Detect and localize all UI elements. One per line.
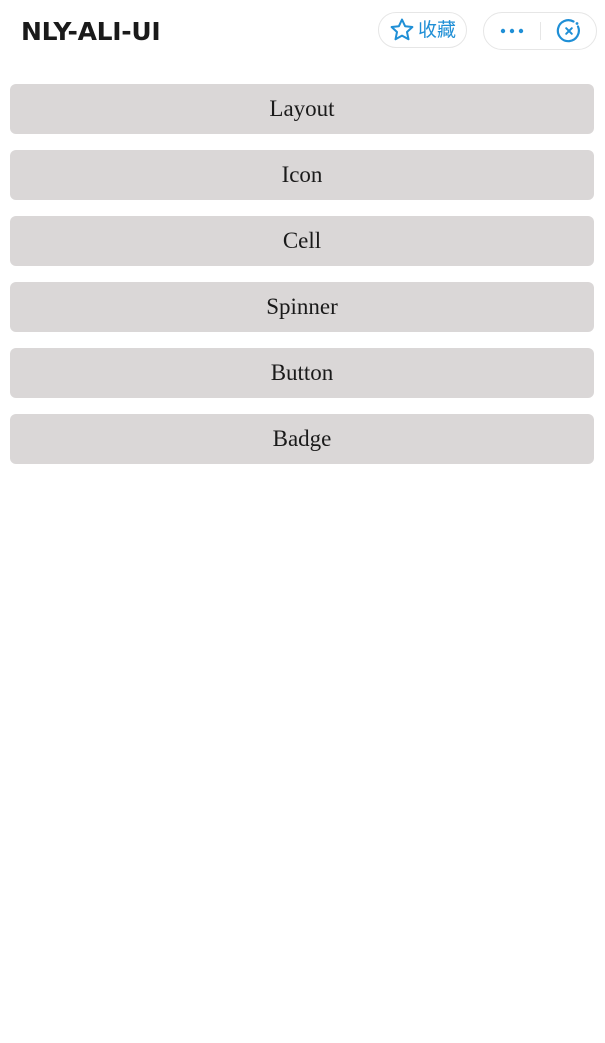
navigation-bar: NLY-ALI-UI 收藏 <box>0 0 605 64</box>
more-dots-icon <box>500 28 524 34</box>
more-button[interactable] <box>484 13 540 49</box>
badge-button[interactable]: Badge <box>10 414 594 464</box>
page-title: NLY-ALI-UI <box>21 17 161 46</box>
cell-button[interactable]: Cell <box>10 216 594 266</box>
component-menu-list: Layout Icon Cell Spinner Button Badge <box>10 84 594 480</box>
star-outline-icon <box>390 18 414 41</box>
app-page: NLY-ALI-UI 收藏 Layout Icon Cell Spinner B… <box>0 0 605 1043</box>
favorite-label: 收藏 <box>418 19 457 41</box>
button-button[interactable]: Button <box>10 348 594 398</box>
icon-button[interactable]: Icon <box>10 150 594 200</box>
layout-button[interactable]: Layout <box>10 84 594 134</box>
mini-program-capsule <box>483 12 597 50</box>
spinner-button[interactable]: Spinner <box>10 282 594 332</box>
close-circle-icon <box>556 19 580 43</box>
favorite-button[interactable]: 收藏 <box>378 12 467 48</box>
close-button[interactable] <box>541 13 597 49</box>
